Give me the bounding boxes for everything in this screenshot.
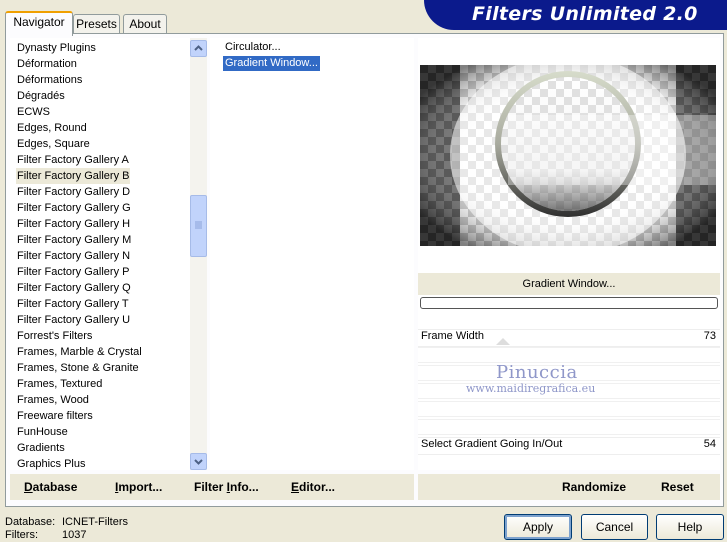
category-item[interactable]: Filter Factory Gallery Q: [16, 280, 132, 296]
preview-image: [420, 65, 716, 246]
chevron-up-icon: [194, 45, 203, 51]
filters-count-label: Filters:: [5, 529, 38, 541]
filter-item-gradient-window[interactable]: Gradient Window...: [223, 56, 320, 71]
right-button-bar: Randomize Reset: [418, 474, 720, 500]
category-item[interactable]: ECWS: [16, 104, 51, 120]
scroll-thumb[interactable]: [190, 195, 207, 257]
category-item[interactable]: Dynasty Plugins: [16, 40, 97, 56]
param-label: Select Gradient Going In/Out: [421, 438, 563, 450]
app-title: Filters Unlimited 2.0: [472, 3, 698, 25]
left-button-bar: Database Import... Filter Info... Editor…: [10, 474, 414, 500]
category-item[interactable]: Filter Factory Gallery H: [16, 216, 131, 232]
database-button[interactable]: Database: [24, 480, 77, 494]
category-item[interactable]: Frames, Textured: [16, 376, 103, 392]
category-item[interactable]: Filter Factory Gallery P: [16, 264, 130, 280]
category-item[interactable]: FunHouse: [16, 424, 69, 440]
category-item[interactable]: Filter Factory Gallery T: [16, 296, 130, 312]
category-item[interactable]: Filter Factory Gallery A: [16, 152, 130, 168]
grip-icon: [195, 221, 202, 229]
param-value: 54: [703, 438, 716, 450]
scroll-up-button[interactable]: [190, 40, 207, 57]
watermark-url: www.maidiregrafica.eu: [466, 382, 596, 395]
filter-info-button[interactable]: Filter Info...: [194, 480, 259, 494]
database-status-label: Database:: [5, 516, 56, 528]
category-list[interactable]: Dynasty Plugins Déformation Déformations Dé…: [10, 38, 191, 470]
import-button[interactable]: Import...: [115, 480, 162, 494]
category-item[interactable]: Frames, Stone & Granite: [16, 360, 140, 376]
randomize-button[interactable]: Randomize: [562, 480, 626, 494]
filters-count-value: 1037: [62, 529, 87, 541]
category-item[interactable]: Déformation: [16, 56, 78, 72]
category-item[interactable]: Edges, Square: [16, 136, 91, 152]
category-item[interactable]: Dégradés: [16, 88, 66, 104]
title-banner: Filters Unlimited 2.0: [424, 0, 727, 30]
category-item[interactable]: Filter Factory Gallery B: [16, 168, 131, 184]
apply-button[interactable]: Apply: [504, 514, 572, 540]
database-status-value: ICNET-Filters: [62, 516, 128, 528]
category-item[interactable]: Graphics Plus: [16, 456, 86, 470]
category-item[interactable]: Edges, Round: [16, 120, 88, 136]
scroll-down-button[interactable]: [190, 453, 207, 470]
tab-about[interactable]: About: [123, 14, 167, 34]
category-item[interactable]: Gradients: [16, 440, 66, 456]
category-scrollbar[interactable]: [190, 38, 207, 470]
category-item[interactable]: Filter Factory Gallery N: [16, 248, 131, 264]
param-value: 73: [703, 330, 716, 342]
progress-bar: [420, 297, 718, 309]
category-item[interactable]: Freeware filters: [16, 408, 94, 424]
empty-param-slot: [418, 347, 720, 363]
category-item[interactable]: Filter Factory Gallery G: [16, 200, 132, 216]
param-select-gradient[interactable]: Select Gradient Going In/Out 54: [418, 437, 720, 455]
filter-name-display: Gradient Window...: [418, 273, 720, 295]
category-item[interactable]: Déformations: [16, 72, 83, 88]
empty-param-slot: [418, 419, 720, 435]
category-item[interactable]: Filter Factory Gallery U: [16, 312, 131, 328]
watermark-name: Pinuccia: [496, 362, 578, 383]
editor-button[interactable]: Editor...: [291, 480, 335, 494]
chevron-down-icon: [194, 459, 203, 465]
param-label: Frame Width: [421, 330, 484, 342]
category-item[interactable]: Frames, Marble & Crystal: [16, 344, 143, 360]
category-item[interactable]: Frames, Wood: [16, 392, 90, 408]
tab-presets[interactable]: Presets: [73, 14, 120, 34]
category-item[interactable]: Filter Factory Gallery D: [16, 184, 131, 200]
reset-button[interactable]: Reset: [661, 480, 694, 494]
category-item[interactable]: Filter Factory Gallery M: [16, 232, 132, 248]
cancel-button[interactable]: Cancel: [581, 514, 648, 540]
filter-list[interactable]: Circulator... Gradient Window...: [210, 38, 414, 470]
empty-param-slot: [418, 401, 720, 417]
filter-item-circulator[interactable]: Circulator...: [223, 40, 283, 55]
param-frame-width[interactable]: Frame Width 73: [418, 329, 720, 347]
help-button[interactable]: Help: [656, 514, 724, 540]
tab-navigator[interactable]: Navigator: [5, 11, 73, 36]
category-item[interactable]: Forrest's Filters: [16, 328, 93, 344]
slider-thumb[interactable]: [496, 338, 510, 345]
